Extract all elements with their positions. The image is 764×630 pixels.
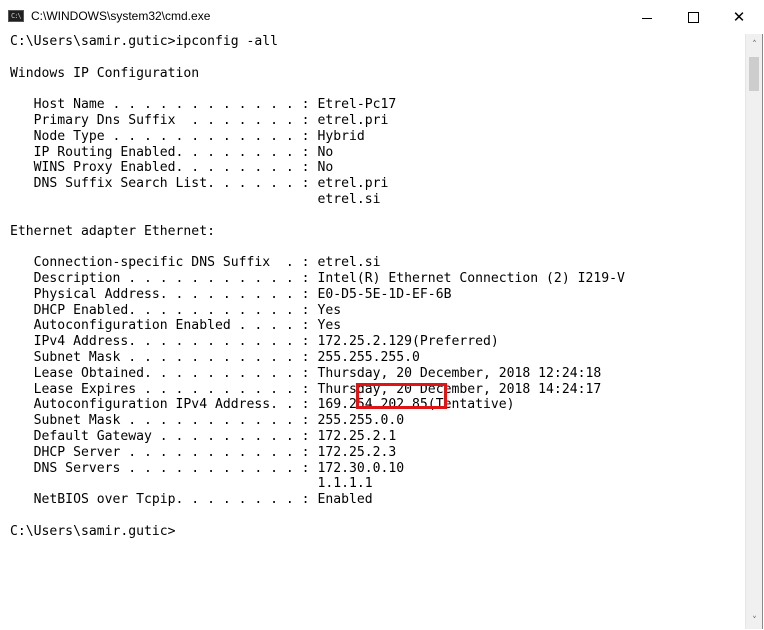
console-output[interactable]: C:\Users\samir.gutic>ipconfig -all Windo… [0, 34, 745, 629]
console-line: Windows IP Configuration [10, 65, 200, 81]
console-line: IPv4 Address. . . . . . . . . . . : 172.… [10, 334, 499, 350]
console-line: Description . . . . . . . . . . . : Inte… [10, 270, 625, 286]
vertical-scrollbar[interactable]: ˄ ˅ [745, 34, 762, 629]
console-line: Subnet Mask . . . . . . . . . . . : 255.… [10, 413, 405, 429]
console-window: C:\ C:\WINDOWS\system32\cmd.exe ✕ C:\Use… [0, 0, 763, 629]
close-button[interactable]: ✕ [716, 0, 762, 34]
minimize-button[interactable] [624, 0, 670, 34]
cmd-icon-glyph: C:\ [11, 12, 22, 20]
title-bar[interactable]: C:\ C:\WINDOWS\system32\cmd.exe ✕ [0, 0, 763, 34]
console-line: Autoconfiguration Enabled . . . . : Yes [10, 318, 342, 334]
console-line: Physical Address. . . . . . . . . : E0-D… [10, 286, 452, 302]
scrollbar-thumb[interactable] [749, 57, 759, 91]
close-icon: ✕ [732, 7, 746, 26]
console-line: Autoconfiguration IPv4 Address. . : 169.… [10, 397, 515, 413]
console-line: C:\Users\samir.gutic> [10, 523, 176, 539]
console-line: DHCP Server . . . . . . . . . . . : 172.… [10, 444, 397, 460]
cmd-console-icon[interactable]: C:\ [8, 10, 24, 22]
console-text: C:\Users\samir.gutic>ipconfig -all Windo… [0, 34, 745, 540]
scroll-up-icon[interactable]: ˄ [746, 36, 763, 53]
console-line: IP Routing Enabled. . . . . . . . : No [10, 144, 334, 160]
console-line: Lease Obtained. . . . . . . . . . : Thur… [10, 365, 602, 381]
console-line: NetBIOS over Tcpip. . . . . . . . : Enab… [10, 492, 373, 508]
console-line: Ethernet adapter Ethernet: [10, 223, 215, 239]
console-line: Host Name . . . . . . . . . . . . : Etre… [10, 97, 397, 113]
console-line: C:\Users\samir.gutic>ipconfig -all [10, 34, 279, 49]
console-line: DNS Servers . . . . . . . . . . . : 172.… [10, 460, 405, 476]
console-line: etrel.si [10, 191, 381, 207]
console-line: DNS Suffix Search List. . . . . . : etre… [10, 176, 389, 192]
minimize-icon [642, 17, 652, 19]
console-line: Lease Expires . . . . . . . . . . : Thur… [10, 381, 602, 397]
console-line: Primary Dns Suffix . . . . . . . : etrel… [10, 112, 389, 128]
console-line: Subnet Mask . . . . . . . . . . . : 255.… [10, 349, 420, 365]
console-line: DHCP Enabled. . . . . . . . . . . : Yes [10, 302, 342, 318]
console-line: 1.1.1.1 [10, 476, 373, 492]
console-line: Default Gateway . . . . . . . . . : 172.… [10, 428, 397, 444]
console-line: Connection-specific DNS Suffix . : etrel… [10, 255, 381, 271]
maximize-icon [687, 11, 699, 23]
scroll-down-icon[interactable]: ˅ [746, 612, 763, 629]
maximize-button[interactable] [670, 0, 716, 34]
console-line: WINS Proxy Enabled. . . . . . . . : No [10, 160, 334, 176]
window-title: C:\WINDOWS\system32\cmd.exe [31, 9, 211, 23]
console-line: Node Type . . . . . . . . . . . . : Hybr… [10, 128, 365, 144]
